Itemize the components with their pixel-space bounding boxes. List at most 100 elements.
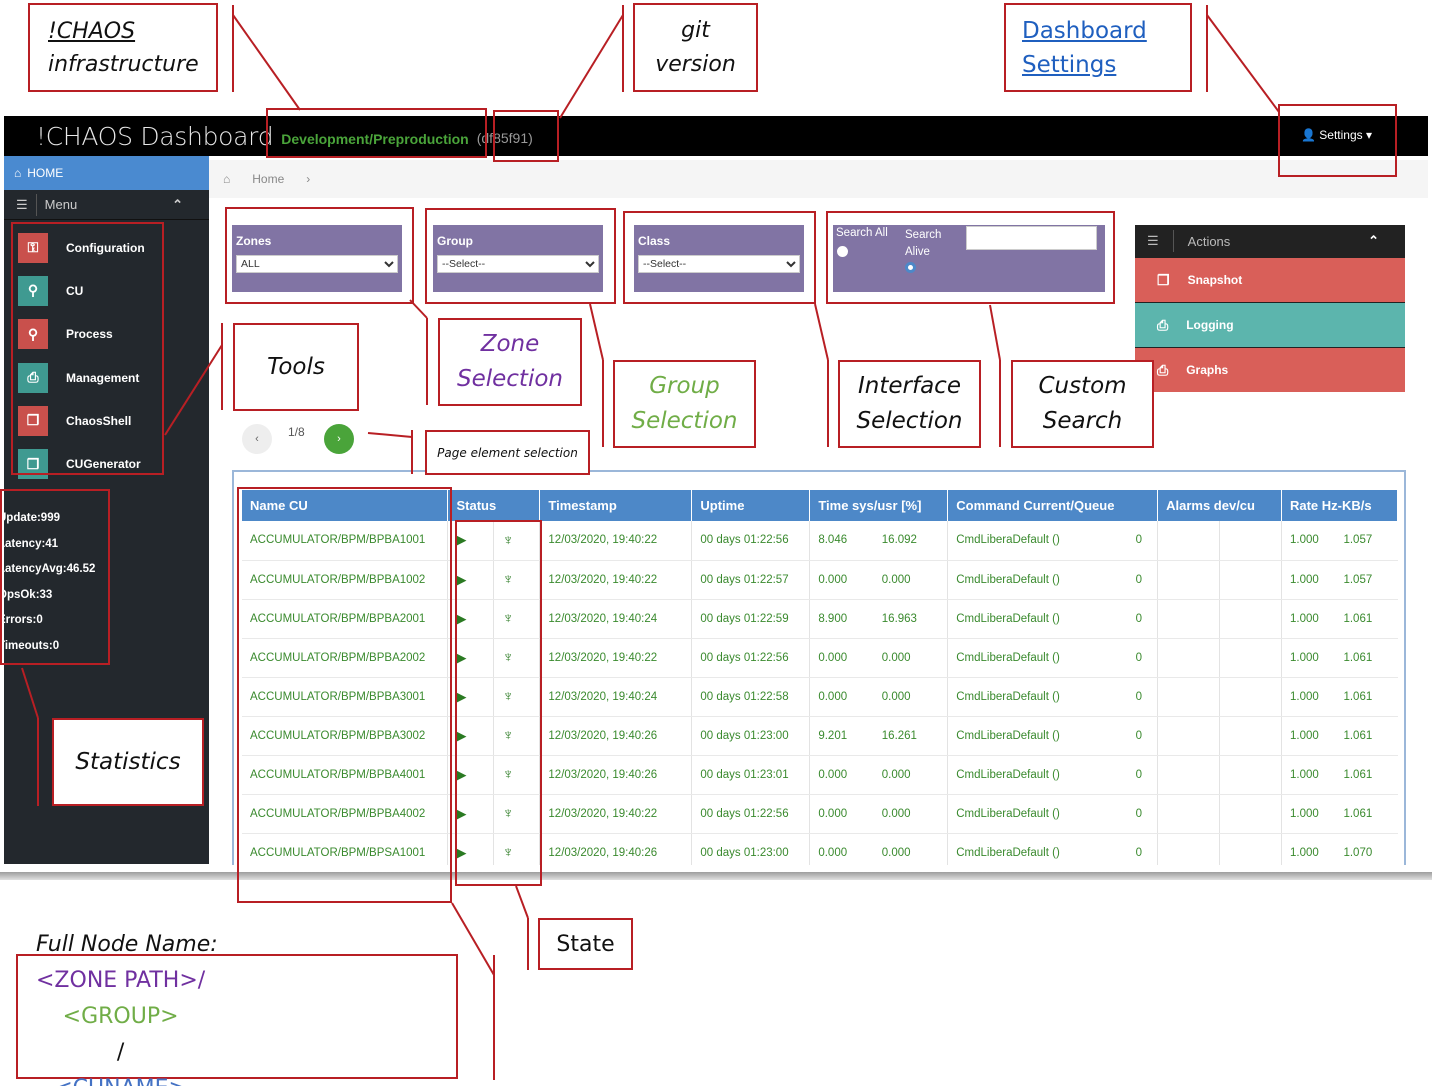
git-callout: git version [633,3,758,92]
status-running: ▶ [447,638,495,678]
uptime-cell: 00 days 01:22:59 [691,599,811,639]
menu-label: Menu [44,197,78,212]
table-row[interactable]: ACCUMULATOR/BPM/BPSA1001 ▶ ♆ 12/03/2020, 19… [242,833,1398,865]
action-logging[interactable]: ⎙ Logging [1135,303,1405,347]
sidebar-tool-label: CUGenerator [66,457,141,472]
settings-callout-line2: Settings [1022,51,1117,78]
uptime-cell: 00 days 01:23:00 [691,716,811,756]
environment-label: Development/Preproduction [281,131,469,147]
usb-icon: ♆ [502,531,514,549]
table-row[interactable]: ACCUMULATOR/BPM/BPBA2002 ▶ ♆ 12/03/2020, 19… [242,638,1398,678]
usb-icon: ♆ [502,610,514,627]
column-header[interactable]: Timestamp [539,490,693,521]
uptime-cell: 00 days 01:23:00 [691,833,811,865]
column-header[interactable]: Alarms dev/cu [1157,490,1282,521]
zones-select[interactable]: ALL [236,255,398,273]
alarms-dev-cell [1157,599,1221,639]
sidebar-tool-configuration[interactable]: ⚿ Configuration [4,226,209,269]
alarms-cu-cell [1219,716,1282,756]
breadcrumb-home[interactable]: Home [252,172,284,186]
file-icon: ❐ [18,449,48,480]
next-page-button[interactable]: › [324,424,354,454]
settings-dropdown[interactable]: 👤 Settings ▾ [1301,128,1372,142]
cu-name-link[interactable]: ACCUMULATOR/BPM/BPBA4001 [242,755,449,795]
timestamp-cell: 12/03/2020, 19:40:22 [539,638,693,678]
table-row[interactable]: ACCUMULATOR/BPM/BPBA4001 ▶ ♆ 12/03/2020, 19… [242,755,1398,795]
usb-icon: ♆ [502,649,514,666]
settings-label: Settings [1319,128,1363,142]
cu-name-link[interactable]: ACCUMULATOR/BPM/BPBA2002 [242,638,449,678]
actions-header[interactable]: ☰ Actions ⌃ [1135,225,1405,257]
usb-icon: ♆ [502,727,514,744]
action-graphs[interactable]: ⎙ Graphs [1135,348,1405,392]
menu-header[interactable]: ☰ Menu ⌃ [4,190,209,220]
status-running: ▶ [447,716,495,756]
statistics-panel: Update:999 Latency:41 LatencyAvg:46.52 OpsO… [0,506,95,659]
column-header[interactable]: Command Current/Queue [947,490,1159,521]
play-icon: ▶ [456,766,467,782]
column-header[interactable]: Rate Hz-KB/s [1281,490,1399,521]
cu-name-link[interactable]: ACCUMULATOR/BPM/BPSA1001 [242,833,449,865]
table-row[interactable]: ACCUMULATOR/BPM/BPBA3002 ▶ ♆ 12/03/2020, 19… [242,716,1398,756]
prev-page-button[interactable]: ‹ [242,424,272,454]
printer-icon: ⎙ [1157,316,1169,333]
rate-hz-cell: 1.000 [1281,599,1336,639]
rate-kb-cell: 1.061 [1335,638,1398,678]
sidebar-tool-process[interactable]: ⚲ Process [4,313,209,356]
class-select[interactable]: --Select-- [638,255,800,273]
status-usb: ♆ [493,755,541,795]
alarms-dev-cell [1157,677,1221,717]
rate-kb-cell: 1.057 [1335,560,1398,600]
alarms-dev-cell [1157,716,1221,756]
timestamp-cell: 12/03/2020, 19:40:24 [539,599,693,639]
search-input[interactable] [966,226,1097,250]
sidebar-home[interactable]: ⌂ HOME [4,156,209,190]
uptime-cell: 00 days 01:22:58 [691,677,811,717]
rate-hz-cell: 1.000 [1281,560,1336,600]
cu-name-link[interactable]: ACCUMULATOR/BPM/BPBA2001 [242,599,449,639]
home-icon[interactable]: ⌂ [223,172,230,186]
group-select[interactable]: --Select-- [437,255,599,273]
command-cell: CmdLiberaDefault () [947,794,1128,834]
sidebar-tool-cugenerator[interactable]: ❐ CUGenerator [4,442,209,485]
user-icon: 👤 [1300,128,1316,142]
column-header[interactable]: Name CU [242,490,449,521]
action-snapshot[interactable]: ❐ Snapshot [1135,258,1405,302]
alarms-cu-cell [1219,638,1282,678]
list-icon: ☰ [1147,233,1159,248]
time-usr-cell: 16.092 [873,521,949,561]
git-callout-line1: git [681,17,710,43]
time-sys-cell: 0.000 [809,560,874,600]
table-row[interactable]: ACCUMULATOR/BPM/BPBA4002 ▶ ♆ 12/03/2020, 19… [242,794,1398,834]
cu-name-link[interactable]: ACCUMULATOR/BPM/BPBA4002 [242,794,449,834]
sidebar-tool-cu[interactable]: ⚲ CU [4,269,209,312]
sidebar-tool-management[interactable]: ⎙ Management [4,356,209,399]
search-alive-label: Search Alive [905,229,942,258]
rate-kb-cell: 1.057 [1335,521,1398,561]
page-divider [0,872,1432,880]
column-header[interactable]: Time sys/usr [%] [809,490,949,521]
queue-cell: 0 [1127,521,1159,561]
table-row[interactable]: ACCUMULATOR/BPM/BPBA2001 ▶ ♆ 12/03/2020, 19… [242,599,1398,639]
table-row[interactable]: ACCUMULATOR/BPM/BPBA1002 ▶ ♆ 12/03/2020, 19… [242,560,1398,600]
sidebar-tool-chaosshell[interactable]: ❐ ChaosShell [4,399,209,442]
zones-label: Zones [236,234,272,248]
timestamp-cell: 12/03/2020, 19:40:24 [539,677,693,717]
search-all-radio[interactable] [837,246,848,257]
queue-cell: 0 [1127,677,1159,717]
cu-name-link[interactable]: ACCUMULATOR/BPM/BPBA1002 [242,560,449,600]
table-row[interactable]: ACCUMULATOR/BPM/BPBA1001 ▶ ♆ 12/03/2020, 19… [242,521,1398,561]
cu-name-link[interactable]: ACCUMULATOR/BPM/BPBA3001 [242,677,449,717]
zones-filter: Zones ALL [232,225,402,292]
stat-item: Errors:0 [0,614,43,626]
home-icon: ⌂ [14,166,22,180]
rate-hz-cell: 1.000 [1281,521,1336,561]
table-row[interactable]: ACCUMULATOR/BPM/BPBA3001 ▶ ♆ 12/03/2020, 19… [242,677,1398,717]
search-alive-radio[interactable] [905,262,916,273]
cu-name-link[interactable]: ACCUMULATOR/BPM/BPBA1001 [242,521,449,561]
column-header[interactable]: Uptime [691,490,811,521]
usb-icon: ♆ [502,688,514,705]
cu-name-link[interactable]: ACCUMULATOR/BPM/BPBA3002 [242,716,449,756]
column-header[interactable]: Status [447,490,541,521]
group-callout: Group Selection [613,360,756,448]
